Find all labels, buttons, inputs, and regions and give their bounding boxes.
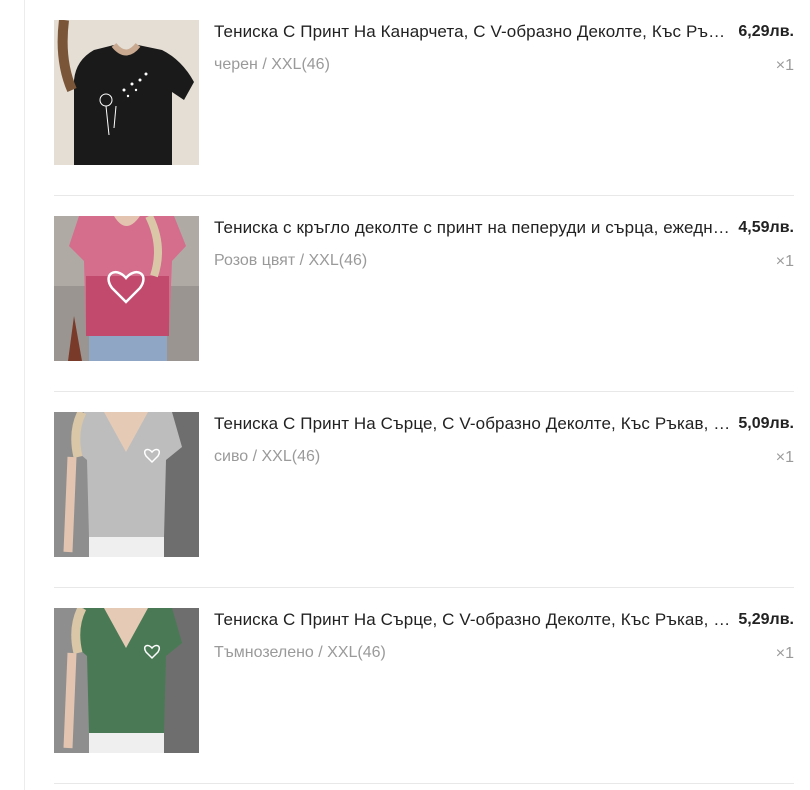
product-title[interactable]: Тениска С Принт На Канарчета, С V-образн… [214, 22, 732, 42]
black-tshirt-image [54, 20, 199, 165]
product-quantity: ×1 [775, 253, 794, 270]
product-price: 5,29лв. [738, 611, 794, 628]
product-price: 6,29лв. [738, 23, 794, 40]
green-tshirt-image [54, 608, 199, 753]
product-image[interactable] [54, 216, 199, 361]
cart-item[interactable]: Тениска С Принт На Сърце, С V-образно Де… [54, 392, 794, 588]
product-quantity: ×1 [775, 449, 794, 466]
product-variant: черен / XXL(46) [214, 56, 330, 73]
product-title[interactable]: Тениска С Принт На Сърце, С V-образно Де… [214, 414, 732, 434]
product-quantity: ×1 [775, 645, 794, 662]
product-title[interactable]: Тениска с кръгло деколте с принт на пепе… [214, 218, 732, 238]
cart-item[interactable]: Тениска с кръгло деколте с принт на пепе… [54, 196, 794, 392]
pink-tshirt-image [54, 216, 199, 361]
cart-item[interactable]: Тениска С Принт На Сърце, С V-образно Де… [54, 588, 794, 784]
product-image[interactable] [54, 412, 199, 557]
left-divider [24, 0, 25, 790]
grey-tshirt-image [54, 412, 199, 557]
product-image[interactable] [54, 608, 199, 753]
product-variant: Тъмнозелено / XXL(46) [214, 644, 386, 661]
product-variant: сиво / XXL(46) [214, 448, 321, 465]
cart-item[interactable]: Тениска С Принт На Канарчета, С V-образн… [54, 0, 794, 196]
product-price: 4,59лв. [738, 219, 794, 236]
product-price: 5,09лв. [738, 415, 794, 432]
product-image[interactable] [54, 20, 199, 165]
product-quantity: ×1 [775, 57, 794, 74]
product-variant: Розов цвят / XXL(46) [214, 252, 368, 269]
product-title[interactable]: Тениска С Принт На Сърце, С V-образно Де… [214, 610, 732, 630]
